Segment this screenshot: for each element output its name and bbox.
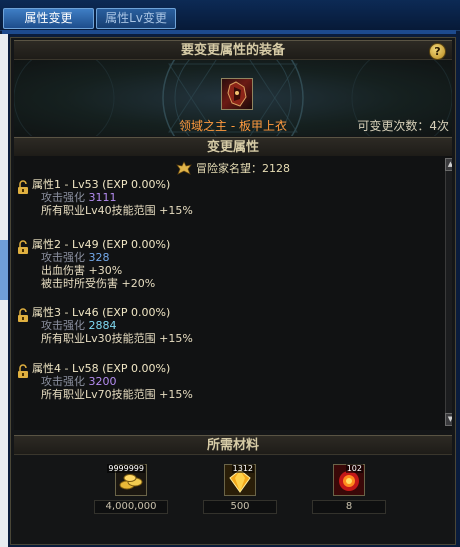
attribute-change-panel: 要变更属性的装备 ? 领域之主 - 板甲上衣 可变更次数：4次 变更属性 冒险家…: [10, 37, 456, 545]
attribute-line: 被击时所受伤害 +20%: [41, 277, 156, 290]
lock-icon[interactable]: [17, 240, 29, 255]
attack-value: 3111: [88, 191, 117, 204]
attribute-group-3: 属性3 - Lv46 (EXP 0.00%) 攻击强化 2884 所有职业Lv3…: [32, 306, 193, 345]
attribute-group-4: 属性4 - Lv58 (EXP 0.00%) 攻击强化 3200 所有职业Lv7…: [32, 362, 193, 401]
attribute-line: 出血伤害 +30%: [41, 264, 123, 277]
reputation-line: 冒险家名望：2128: [14, 160, 452, 176]
equip-section-title: 要变更属性的装备: [180, 43, 285, 58]
equip-display: 领域之主 - 板甲上衣 可变更次数：4次: [14, 60, 452, 136]
attribute-line: 攻击强化 3111: [41, 191, 117, 204]
attribute-group-1: 属性1 - Lv53 (EXP 0.00%) 攻击强化 3111 所有职业Lv4…: [32, 178, 193, 217]
attack-value: 3200: [88, 375, 117, 388]
attribute-line: 攻击强化 2884: [41, 319, 117, 332]
materials-area: 9999999 4,000,000 1312 500 102 8: [14, 456, 452, 543]
attribute-line: 所有职业Lv70技能范围 +15%: [41, 388, 193, 401]
material-slot-gold[interactable]: 9999999: [107, 464, 147, 496]
equipment-slot-icon[interactable]: [221, 78, 253, 110]
attr-section-header: 变更属性: [14, 137, 452, 157]
material-count: 9999999: [107, 464, 145, 473]
material-slot-crystal[interactable]: 1312: [224, 464, 256, 496]
tab-bar: 属性变更 属性Lv变更: [0, 0, 460, 31]
reputation-icon: [176, 161, 192, 175]
lock-icon[interactable]: [17, 308, 29, 323]
material-count: 1312: [231, 464, 254, 473]
attribute-line: 所有职业Lv40技能范围 +15%: [41, 204, 193, 217]
materials-section-header: 所需材料: [14, 435, 452, 455]
material-value: 4,000,000: [94, 500, 168, 514]
lock-icon[interactable]: [17, 364, 29, 379]
attribute-title: 属性1 - Lv53 (EXP 0.00%): [32, 178, 171, 191]
attack-value: 328: [88, 251, 110, 264]
material-slot-orb[interactable]: 102: [333, 464, 365, 496]
attribute-group-2: 属性2 - Lv49 (EXP 0.00%) 攻击强化 328 出血伤害 +30…: [32, 238, 170, 290]
change-count: 可变更次数：4次: [357, 119, 449, 133]
attribute-title: 属性3 - Lv46 (EXP 0.00%): [32, 306, 171, 319]
material-count: 102: [345, 464, 363, 473]
background-window-fragment: [0, 240, 8, 300]
attribute-title: 属性4 - Lv58 (EXP 0.00%): [32, 362, 171, 375]
help-icon[interactable]: ?: [429, 43, 446, 60]
attribute-scrollbar[interactable]: ▲ ▼: [445, 158, 452, 426]
equip-section-header: 要变更属性的装备 ?: [14, 40, 452, 60]
attribute-title: 属性2 - Lv49 (EXP 0.00%): [32, 238, 171, 251]
attribute-list: 冒险家名望：2128 属性1 - Lv53 (EXP 0.00%) 攻击强化 3…: [14, 156, 452, 430]
tab-attribute-change[interactable]: 属性变更: [3, 8, 94, 29]
reputation-text: 冒险家名望：2128: [196, 162, 290, 175]
armor-icon: [227, 81, 247, 107]
material-value: 500: [203, 500, 277, 514]
attr-section-title: 变更属性: [206, 140, 259, 155]
tab-attribute-lv-change[interactable]: 属性Lv变更: [96, 8, 176, 29]
material-value: 8: [312, 500, 386, 514]
materials-section-title: 所需材料: [206, 438, 259, 453]
attribute-line: 所有职业Lv30技能范围 +15%: [41, 332, 193, 345]
scroll-up-icon[interactable]: ▲: [445, 158, 452, 171]
attribute-line: 攻击强化 3200: [41, 375, 117, 388]
scroll-down-icon[interactable]: ▼: [445, 413, 452, 426]
attribute-line: 攻击强化 328: [41, 251, 110, 264]
attack-value: 2884: [88, 319, 117, 332]
tab-underline: [2, 30, 456, 34]
lock-icon[interactable]: [17, 180, 29, 195]
